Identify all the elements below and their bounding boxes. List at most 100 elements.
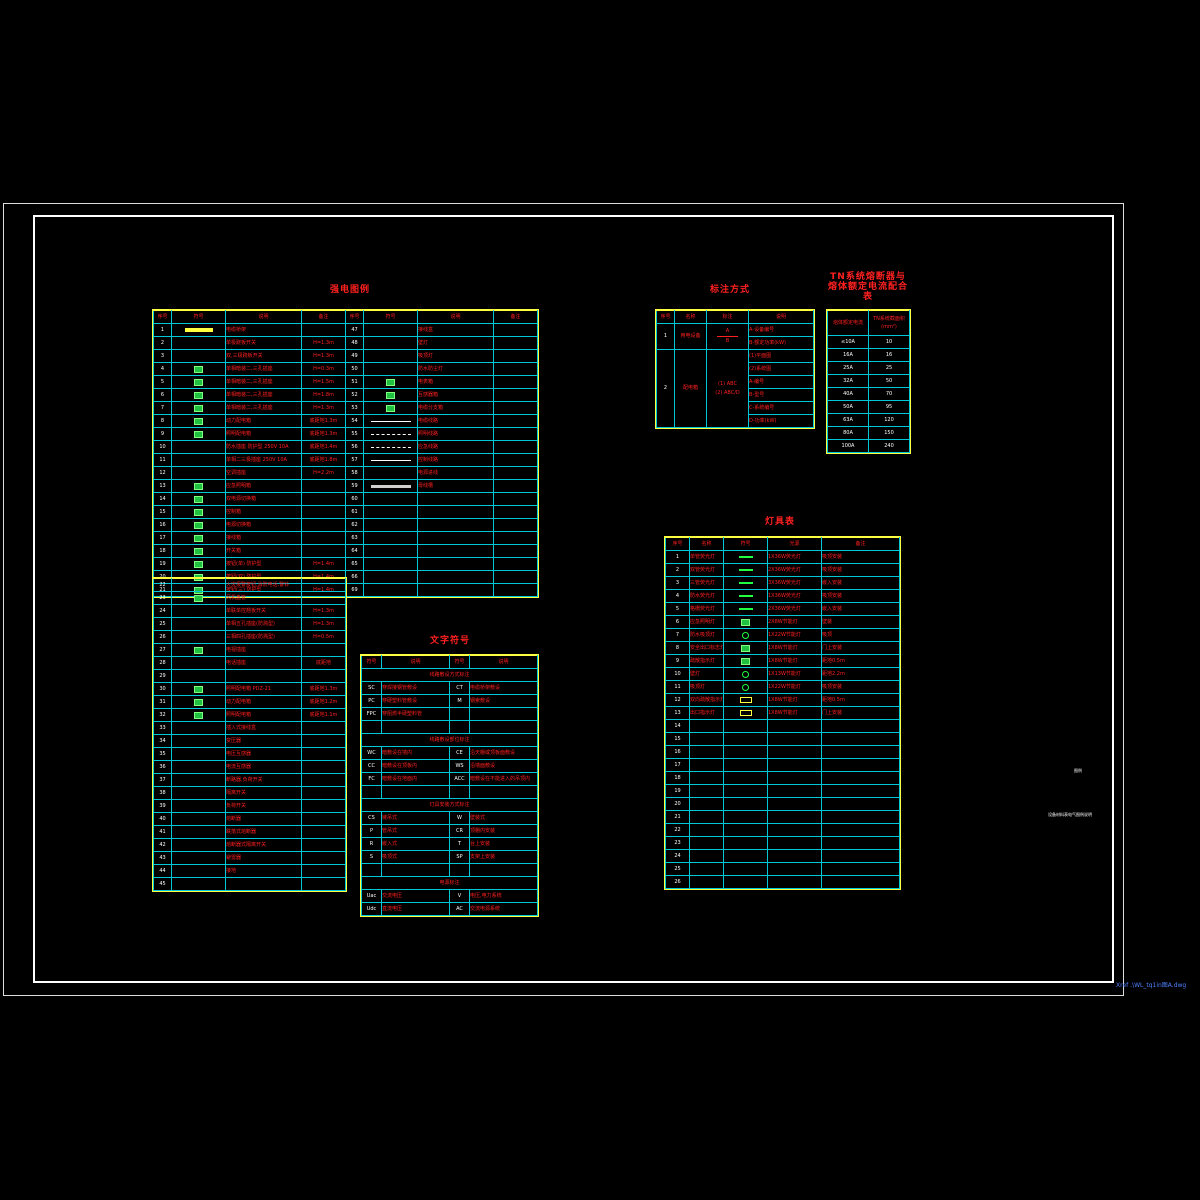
- table-row: 44 接地: [153, 864, 346, 878]
- column-header: 符号: [449, 655, 470, 669]
- symbol-description: 支架上安装: [469, 850, 538, 864]
- lamp-name: [689, 849, 724, 863]
- row-number: 31: [153, 695, 172, 709]
- table-row: WC 暗敷设在墙内 CE 沿天棚或顶板面敷设: [361, 746, 538, 760]
- box-symbol-icon: [194, 646, 203, 654]
- row-number: 54: [345, 414, 364, 428]
- lamp-source: 2X36W荧光灯: [767, 563, 822, 577]
- symbol-cell: [171, 656, 226, 670]
- mark-top: (1) ABC: [718, 380, 737, 387]
- tube-lamp-icon: [738, 569, 753, 571]
- row-note: H=1.4m: [301, 557, 346, 571]
- lamp-source: [767, 732, 822, 746]
- symbol-description: 钢索敷设: [469, 694, 538, 708]
- symbol-description: 台上安装: [469, 837, 538, 851]
- table-row: FC 暗敷设在地面内 ACC 暗敷设在不能进入的吊顶内: [361, 772, 538, 786]
- empty-cell: [381, 720, 450, 734]
- empty-cell: [469, 720, 538, 734]
- lamp-source: 1X8W节能灯: [767, 641, 822, 655]
- table-row: 33 插入式接线盒: [153, 721, 346, 735]
- symbol-code: Uac: [361, 889, 382, 903]
- row-description: [417, 570, 494, 584]
- lamp-note: 距地0.5m: [821, 693, 900, 707]
- lamp-name: [689, 758, 724, 772]
- lamp-source: [767, 875, 822, 889]
- box-symbol-icon: [194, 365, 203, 373]
- column-header: 备注: [821, 537, 900, 551]
- row-description: 电视插座: [225, 643, 302, 657]
- row-note: [301, 669, 346, 683]
- row-number: 21: [665, 810, 690, 824]
- symbol-cell: [171, 518, 226, 532]
- table-row: 39 负荷开关: [153, 799, 346, 813]
- lamp-source: 2X36W荧光灯: [767, 602, 822, 616]
- table-row: 7 单相暗装二,三孔插座 H=1.3m 53 电缆分支箱: [153, 401, 538, 415]
- lamp-name: 出口指示灯: [689, 706, 724, 720]
- lamp-source: 3X36W荧光灯: [767, 576, 822, 590]
- table-row: 15: [665, 732, 900, 746]
- fuse-current: 100A: [827, 439, 869, 453]
- row-note: [493, 388, 538, 402]
- lamp-name: 吸顶灯: [689, 680, 724, 694]
- table-row: 80A 150: [827, 426, 910, 440]
- column-header: 符号: [171, 310, 226, 324]
- box-symbol-icon: [194, 685, 203, 693]
- row-description: 插入式接线盒: [225, 721, 302, 735]
- marking-method-table: 序号 名称 标注 说明 1 用电设备 A B A-设备编号 B-额定功率(kW) 2 配电箱 (1) A…: [655, 309, 815, 429]
- lamp-source: 1X22W节能灯: [767, 628, 822, 642]
- table-row: 2 配电箱 (1) ABC (2) ABC/D (1)平面图: [656, 349, 814, 428]
- row-note: H=1.3m: [301, 617, 346, 631]
- row-note: 底距地1.3m: [301, 682, 346, 696]
- row-description: 单相暗装二,三孔插座: [225, 401, 302, 415]
- table-row: 8 动力配电箱 底距地1.3m 54 电缆线路: [153, 414, 538, 428]
- row-number: 14: [665, 719, 690, 733]
- symbol-cell: [171, 799, 226, 813]
- symbol-cell: [171, 440, 226, 454]
- symbol-code: CR: [449, 824, 470, 838]
- tube-lamp-icon: [738, 556, 753, 558]
- row-description: 电缆桥架: [225, 323, 302, 337]
- row-description: 控制线路: [417, 453, 494, 467]
- group-heading: 线路敷设部位标注: [361, 733, 538, 747]
- lamp-note: [821, 862, 900, 876]
- row-number: 48: [345, 336, 364, 350]
- spacer-row: [361, 863, 538, 877]
- symbol-description: 交流电源系统: [469, 902, 538, 916]
- symbol-code: CE: [449, 746, 470, 760]
- mark-explanation: B-型号: [748, 388, 814, 402]
- lamp-source: [767, 745, 822, 759]
- row-number: 65: [345, 557, 364, 571]
- column-header: 备注: [301, 310, 346, 324]
- symbol-code: WC: [361, 746, 382, 760]
- line-symbol-icon: [370, 420, 411, 422]
- symbol-code: SP: [449, 850, 470, 864]
- row-note: H=1.3m: [301, 401, 346, 415]
- row-number: 66: [345, 570, 364, 584]
- table-row: PC 穿硬塑料管敷设 M 钢索敷设: [361, 694, 538, 708]
- row-note: [301, 544, 346, 558]
- table-row: 14: [665, 719, 900, 733]
- column-header: 光源: [767, 537, 822, 551]
- table-row: 7 防水吸顶灯 1X22W节能灯 吸顶: [665, 628, 900, 642]
- row-description: 电缆分支箱: [417, 401, 494, 415]
- row-number: 11: [665, 680, 690, 694]
- row-number: 44: [153, 864, 172, 878]
- row-note: H=1.8m: [301, 388, 346, 402]
- row-number: 7: [665, 628, 690, 642]
- lamp-note: 吸顶安装: [821, 563, 900, 577]
- lamp-source: 1X22W节能灯: [767, 680, 822, 694]
- row-number: 25: [153, 617, 172, 631]
- box-symbol-icon: [194, 711, 203, 719]
- table-row: 16: [665, 745, 900, 759]
- row-description: 单相五孔插座(防溅型): [225, 617, 302, 631]
- column-header: 备注: [493, 310, 538, 324]
- cable-section: 150: [868, 426, 910, 440]
- mark-explanation: C-系统编号: [748, 401, 814, 415]
- group-heading: 灯具安装方式标注: [361, 798, 538, 812]
- symbol-cell: [363, 440, 418, 454]
- row-description: 按钮(单) 防护型: [225, 557, 302, 571]
- row-description: 风机盘管: [225, 591, 302, 605]
- row-description: [417, 557, 494, 571]
- symbol-code: FPC: [361, 707, 382, 721]
- row-description: 隔离开关: [225, 786, 302, 800]
